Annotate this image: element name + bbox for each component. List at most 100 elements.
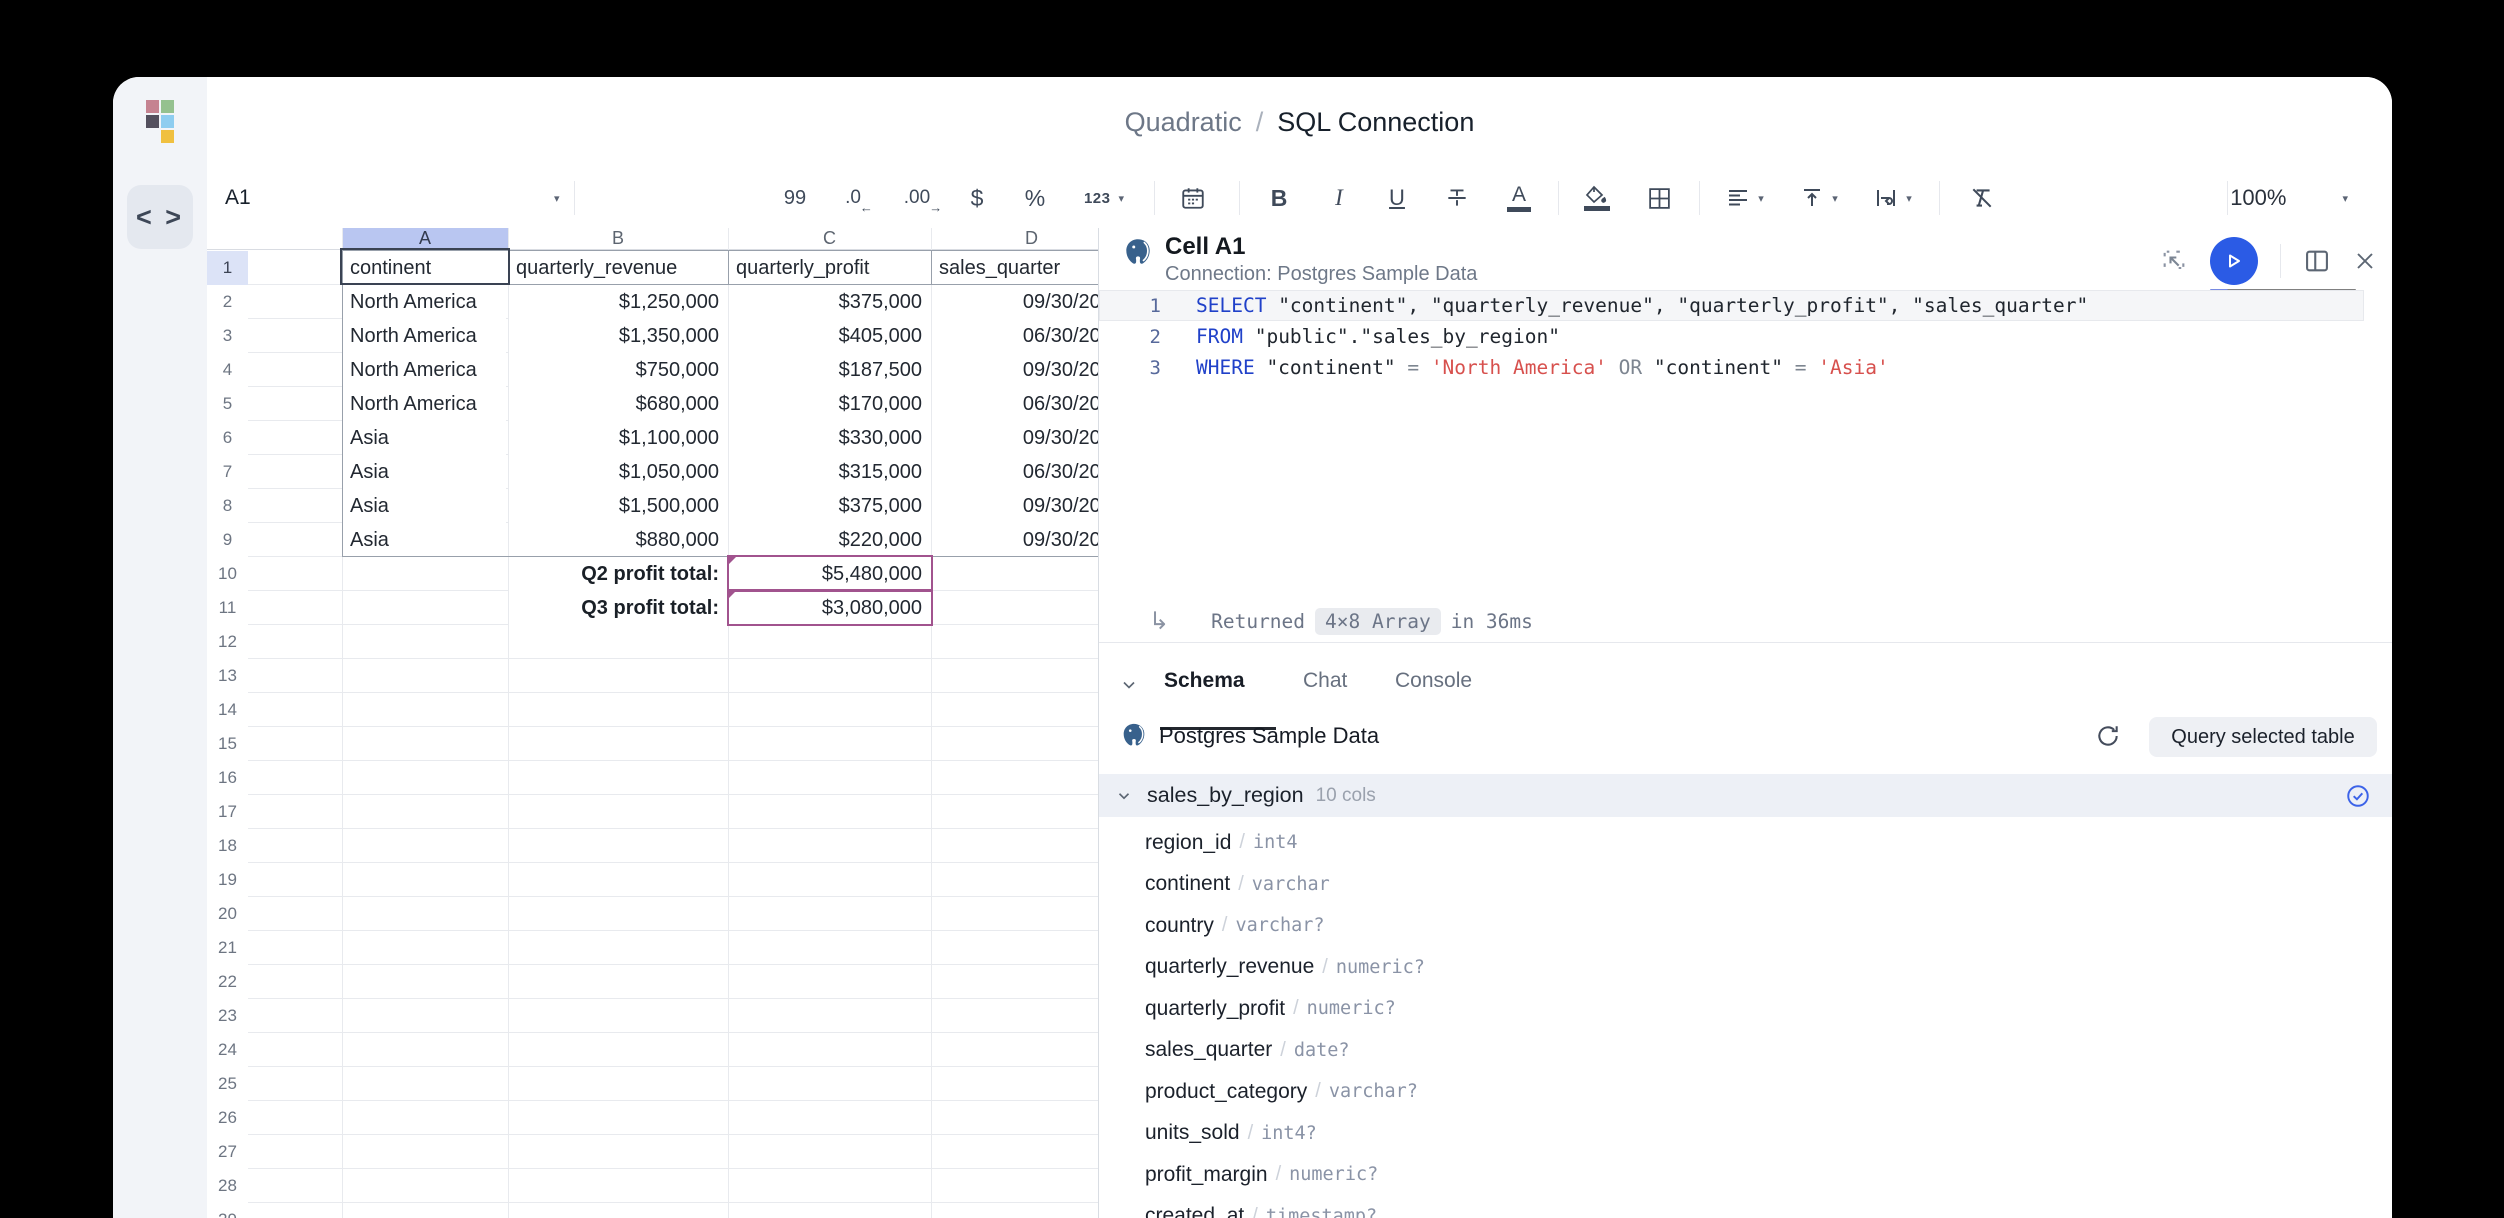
grid-cell[interactable]: North America xyxy=(343,353,506,387)
currency-format-button[interactable]: $ xyxy=(959,168,995,228)
close-panel-button[interactable] xyxy=(2353,249,2377,273)
table-selected-check-icon[interactable] xyxy=(2345,783,2371,809)
zoom-dropdown[interactable]: 100% ▾ xyxy=(2230,168,2348,228)
increase-decimals-button[interactable]: .00 → xyxy=(897,168,942,228)
italic-button[interactable]: I xyxy=(1319,168,1359,228)
code-line[interactable]: 3 WHERE "continent" = 'North America' OR … xyxy=(1099,352,2392,383)
column-header-C[interactable]: C xyxy=(728,228,931,249)
row-header-9[interactable]: 9 xyxy=(207,523,248,557)
tab-console[interactable]: Console xyxy=(1395,669,1472,693)
column-header-A[interactable]: A xyxy=(342,228,508,249)
grid-cell[interactable]: Asia xyxy=(343,489,506,523)
schema-column-row[interactable]: units_sold / int4? xyxy=(1099,1113,2392,1155)
row-header-4[interactable]: 4 xyxy=(207,353,248,387)
grid-cell[interactable]: $680,000 xyxy=(509,387,728,421)
row-header-24[interactable]: 24 xyxy=(207,1033,248,1067)
row-header-26[interactable]: 26 xyxy=(207,1101,248,1135)
grid-cell[interactable]: 09/30/2023 xyxy=(932,353,1098,387)
grid-cell[interactable]: North America xyxy=(343,319,506,353)
grid-cell[interactable]: $170,000 xyxy=(729,387,931,421)
panel-layout-button[interactable] xyxy=(2303,247,2331,275)
row-header-13[interactable]: 13 xyxy=(207,659,248,693)
bold-button[interactable]: B xyxy=(1259,168,1299,228)
collapse-console-button[interactable] xyxy=(1119,675,1139,695)
grid-cell[interactable]: $405,000 xyxy=(729,319,931,353)
schema-table-row[interactable]: sales_by_region 10 cols xyxy=(1099,774,2392,817)
tab-schema[interactable]: Schema xyxy=(1164,669,1245,693)
grid-cell[interactable]: Asia xyxy=(343,455,506,489)
row-header-1[interactable]: 1 xyxy=(207,251,248,285)
code-cell-border[interactable] xyxy=(727,555,933,592)
grid-cell[interactable]: 06/30/2023 xyxy=(932,319,1098,353)
row-header-23[interactable]: 23 xyxy=(207,999,248,1033)
grid-cell[interactable]: $187,500 xyxy=(729,353,931,387)
schema-column-row[interactable]: country / varchar? xyxy=(1099,905,2392,947)
refresh-schema-button[interactable] xyxy=(2095,723,2121,749)
horizontal-align-dropdown[interactable]: ▾ xyxy=(1717,168,1773,228)
clear-formatting-button[interactable] xyxy=(1959,168,2005,228)
grid-cell[interactable]: $1,500,000 xyxy=(509,489,728,523)
code-editor-button[interactable]: < > xyxy=(127,185,193,249)
grid-cell[interactable]: 09/30/2023 xyxy=(932,523,1098,557)
quadratic-logo-icon[interactable] xyxy=(146,100,174,143)
grid-cell[interactable]: quarterly_revenue xyxy=(509,251,726,285)
grid-cell[interactable]: 06/30/2023 xyxy=(932,387,1098,421)
schema-column-row[interactable]: continent / varchar xyxy=(1099,864,2392,906)
grid-cell[interactable]: $1,050,000 xyxy=(509,455,728,489)
row-header-7[interactable]: 7 xyxy=(207,455,248,489)
grid-cell[interactable]: Q3 profit total: xyxy=(509,591,728,625)
row-header-29[interactable]: 29 xyxy=(207,1203,248,1218)
grid-cell[interactable]: $1,350,000 xyxy=(509,319,728,353)
decrease-decimals-button[interactable]: .0 ← xyxy=(835,168,873,228)
grid-cell[interactable]: $330,000 xyxy=(729,421,931,455)
grid-cell[interactable]: $1,250,000 xyxy=(509,285,728,319)
format-99-button[interactable]: 99 xyxy=(777,168,813,228)
column-header-B[interactable]: B xyxy=(508,228,728,249)
row-header-28[interactable]: 28 xyxy=(207,1169,248,1203)
row-header-11[interactable]: 11 xyxy=(207,591,248,625)
row-header-17[interactable]: 17 xyxy=(207,795,248,829)
row-header-6[interactable]: 6 xyxy=(207,421,248,455)
grid-cell[interactable]: quarterly_profit xyxy=(729,251,929,285)
text-wrap-dropdown[interactable]: ▾ xyxy=(1865,168,1921,228)
code-line[interactable]: 2 FROM "public"."sales_by_region" xyxy=(1099,321,2392,352)
grid-cell[interactable]: $375,000 xyxy=(729,285,931,319)
code-cell-border[interactable] xyxy=(727,589,933,626)
code-line[interactable]: 1 SELECT "continent", "quarterly_revenue"… xyxy=(1099,290,2364,321)
tab-chat[interactable]: Chat xyxy=(1303,669,1347,693)
row-header-16[interactable]: 16 xyxy=(207,761,248,795)
schema-column-row[interactable]: quarterly_profit / numeric? xyxy=(1099,988,2392,1030)
row-header-18[interactable]: 18 xyxy=(207,829,248,863)
grid-cell[interactable]: $880,000 xyxy=(509,523,728,557)
column-header-D[interactable]: D xyxy=(931,228,1098,249)
row-header-19[interactable]: 19 xyxy=(207,863,248,897)
row-header-21[interactable]: 21 xyxy=(207,931,248,965)
grid-cell[interactable]: 09/30/2023 xyxy=(932,285,1098,319)
grid-corner[interactable] xyxy=(207,228,248,249)
grid-cell[interactable]: $315,000 xyxy=(729,455,931,489)
row-header-2[interactable]: 2 xyxy=(207,285,248,319)
date-format-button[interactable] xyxy=(1173,168,1213,228)
schema-column-row[interactable]: sales_quarter / date? xyxy=(1099,1030,2392,1072)
row-header-27[interactable]: 27 xyxy=(207,1135,248,1169)
row-header-3[interactable]: 3 xyxy=(207,319,248,353)
grid-cell[interactable]: $750,000 xyxy=(509,353,728,387)
borders-button[interactable] xyxy=(1637,168,1681,228)
grid-cell[interactable]: Asia xyxy=(343,421,506,455)
grid-cell[interactable]: $375,000 xyxy=(729,489,931,523)
grid-cell[interactable]: North America xyxy=(343,387,506,421)
row-header-15[interactable]: 15 xyxy=(207,727,248,761)
row-header-14[interactable]: 14 xyxy=(207,693,248,727)
number-format-dropdown[interactable]: 123 ▾ xyxy=(1073,168,1135,228)
sql-editor[interactable]: 1 SELECT "continent", "quarterly_revenue"… xyxy=(1099,290,2392,383)
grid-cell[interactable]: 09/30/2023 xyxy=(932,421,1098,455)
grid-cell[interactable]: Asia xyxy=(343,523,506,557)
text-color-button[interactable]: A xyxy=(1497,168,1541,228)
grid-cell[interactable]: 06/30/2023 xyxy=(932,455,1098,489)
row-header-8[interactable]: 8 xyxy=(207,489,248,523)
percent-format-button[interactable]: % xyxy=(1017,168,1053,228)
row-header-12[interactable]: 12 xyxy=(207,625,248,659)
spreadsheet-grid[interactable]: A B C D 1 2 3 4 5 6 7 8 9 10 11 12 13 14 15 16 17 18 19 20 21 22 2… xyxy=(207,228,1098,1218)
grid-cell[interactable]: $220,000 xyxy=(729,523,931,557)
cell-reference-box[interactable]: A1 ▾ xyxy=(225,168,560,228)
